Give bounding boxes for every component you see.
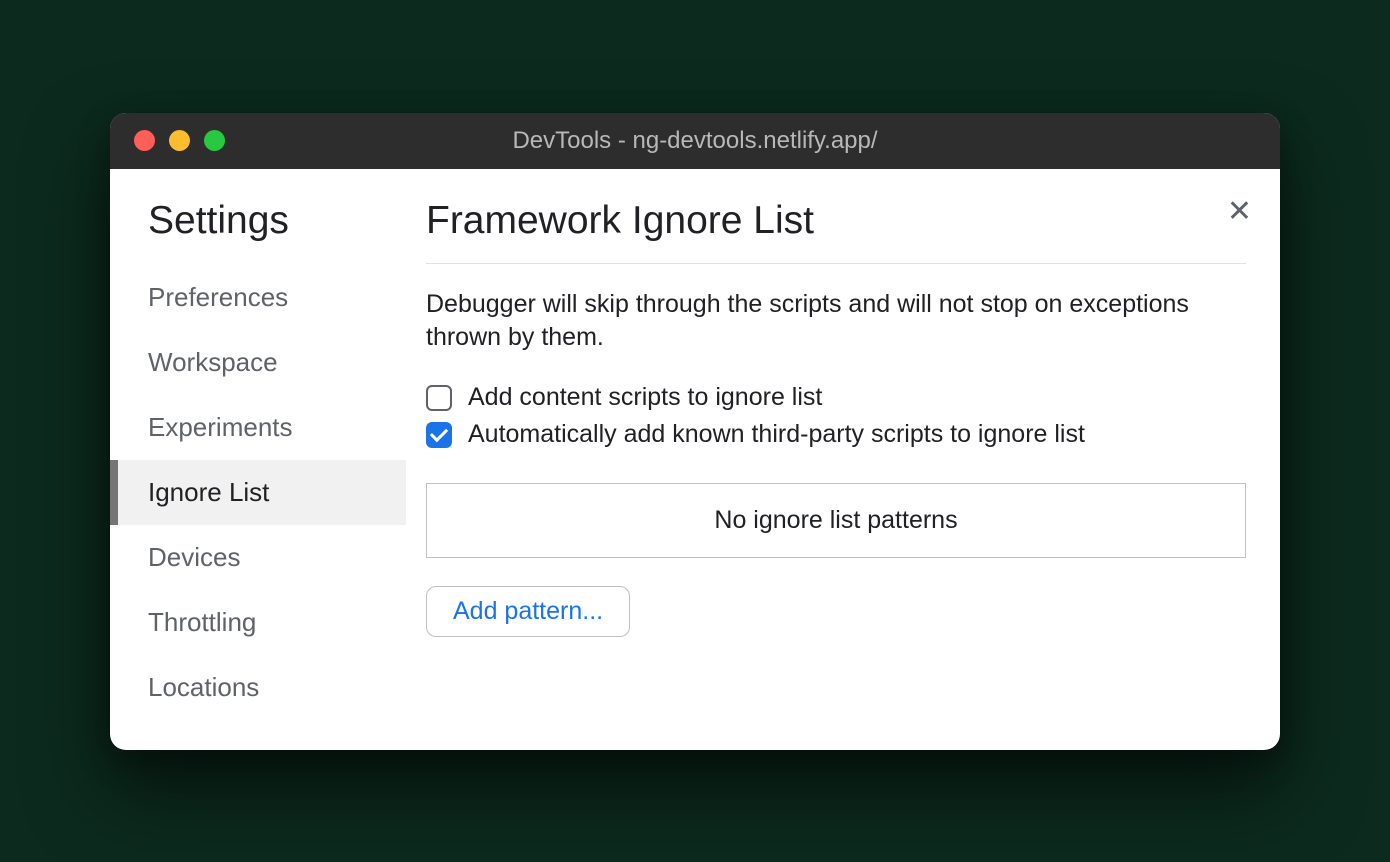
patterns-empty-text: No ignore list patterns: [714, 506, 957, 534]
checkbox-label: Add content scripts to ignore list: [468, 383, 822, 412]
close-window-button[interactable]: [134, 130, 155, 151]
sidebar-item-devices[interactable]: Devices: [110, 525, 406, 590]
checkbox-row-content-scripts[interactable]: Add content scripts to ignore list: [426, 379, 1246, 416]
sidebar: Settings Preferences Workspace Experimen…: [110, 169, 406, 750]
window-title: DevTools - ng-devtools.netlify.app/: [512, 127, 877, 155]
checkbox-content-scripts[interactable]: [426, 385, 452, 411]
maximize-window-button[interactable]: [204, 130, 225, 151]
titlebar: DevTools - ng-devtools.netlify.app/: [110, 113, 1280, 169]
sidebar-item-ignore-list[interactable]: Ignore List: [110, 460, 406, 525]
minimize-window-button[interactable]: [169, 130, 190, 151]
settings-body: ✕ Settings Preferences Workspace Experim…: [110, 169, 1280, 750]
checkbox-row-third-party[interactable]: Automatically add known third-party scri…: [426, 416, 1246, 453]
sidebar-item-locations[interactable]: Locations: [110, 655, 406, 720]
main-panel: Framework Ignore List Debugger will skip…: [406, 169, 1280, 750]
ignore-list-patterns-box: No ignore list patterns: [426, 483, 1246, 558]
sidebar-title: Settings: [110, 199, 406, 265]
checkbox-label: Automatically add known third-party scri…: [468, 420, 1085, 449]
traffic-lights: [110, 130, 225, 151]
sidebar-item-preferences[interactable]: Preferences: [110, 265, 406, 330]
close-icon[interactable]: ✕: [1227, 197, 1252, 227]
sidebar-item-workspace[interactable]: Workspace: [110, 330, 406, 395]
checkbox-third-party[interactable]: [426, 422, 452, 448]
page-title: Framework Ignore List: [426, 199, 1246, 264]
description-text: Debugger will skip through the scripts a…: [426, 264, 1246, 380]
devtools-window: DevTools - ng-devtools.netlify.app/ ✕ Se…: [110, 113, 1280, 750]
sidebar-item-experiments[interactable]: Experiments: [110, 395, 406, 460]
add-pattern-button[interactable]: Add pattern...: [426, 586, 630, 637]
sidebar-item-throttling[interactable]: Throttling: [110, 590, 406, 655]
